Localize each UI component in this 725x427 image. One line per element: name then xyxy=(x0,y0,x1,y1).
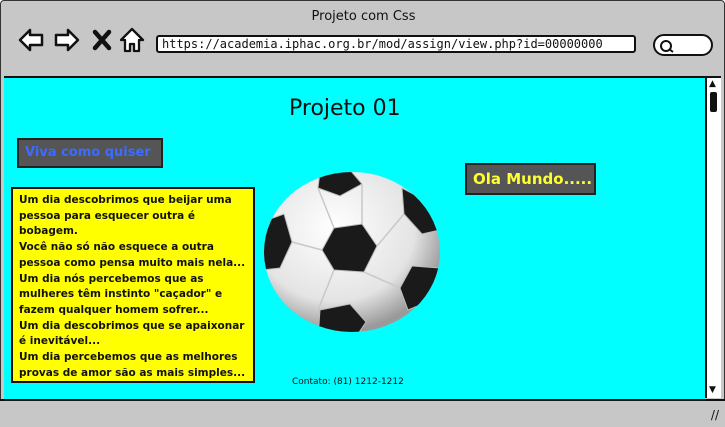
page-title: Projeto 01 xyxy=(289,96,401,121)
text-line: Um dia nós percebemos que as mulheres tê… xyxy=(19,272,223,316)
contact-text: Contato: (81) 1212-1212 xyxy=(292,377,404,387)
viva-button[interactable]: Viva como quiser xyxy=(17,138,163,168)
scroll-thumb[interactable] xyxy=(710,92,717,112)
resize-grip-icon[interactable]: // xyxy=(711,408,719,422)
text-line: Um dia percebemos que as melhores provas… xyxy=(19,351,246,379)
text-line: Você não só não esquece a outra pessoa c… xyxy=(19,241,246,269)
forward-arrow-icon[interactable] xyxy=(53,27,81,53)
scroll-up-icon[interactable]: ▲ xyxy=(709,80,716,89)
text-line: Um dia descobrimos que se apaixonar é in… xyxy=(19,319,245,348)
search-field[interactable] xyxy=(653,34,713,56)
search-icon xyxy=(660,40,674,53)
ola-mundo-button[interactable]: Ola Mundo..... xyxy=(465,163,596,195)
home-icon[interactable] xyxy=(118,27,146,53)
scroll-down-icon[interactable]: ▼ xyxy=(709,386,716,395)
text-box: Um dia descobrimos que beijar uma pessoa… xyxy=(11,187,255,383)
soccer-ball-image xyxy=(262,170,442,334)
vertical-scrollbar[interactable]: ▲ ▼ xyxy=(705,76,721,398)
close-x-icon[interactable] xyxy=(91,27,113,53)
text-line: Um dia descobrimos que beijar uma pessoa… xyxy=(19,194,232,238)
status-bar: // xyxy=(0,399,725,427)
window-title: Projeto com Css xyxy=(311,9,416,24)
address-bar[interactable]: https://academia.iphac.org.br/mod/assign… xyxy=(156,35,636,53)
back-arrow-icon[interactable] xyxy=(17,27,45,53)
